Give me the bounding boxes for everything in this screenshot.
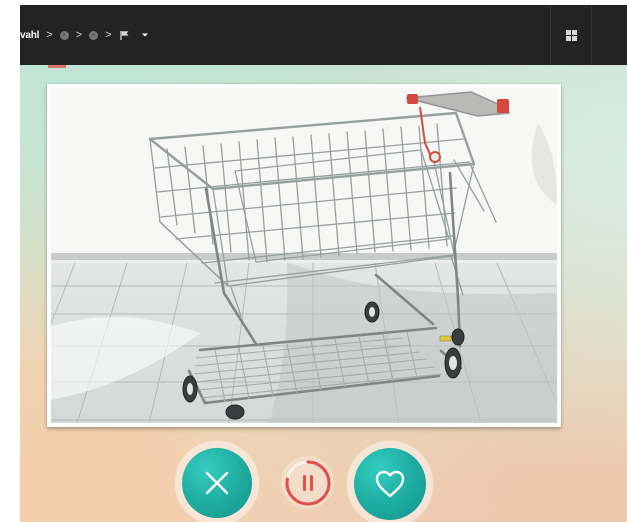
grid-icon: [565, 29, 577, 41]
close-icon: [205, 471, 229, 495]
shopping-cart-photo: [51, 88, 557, 423]
photo-card: [47, 84, 561, 427]
breadcrumb-separator: >: [46, 29, 53, 41]
breadcrumb: vahl > • > • >: [20, 5, 149, 65]
heart-icon: [375, 470, 405, 498]
breadcrumb-separator: >: [105, 29, 112, 41]
dislike-button[interactable]: [182, 448, 252, 518]
breadcrumb-separator: >: [75, 29, 83, 41]
pause-icon: [285, 460, 330, 505]
status-circle-icon[interactable]: •: [89, 30, 99, 40]
flag-icon[interactable]: [119, 30, 131, 41]
active-tab-indicator: [48, 65, 66, 68]
status-circle-icon[interactable]: •: [59, 30, 69, 40]
pause-timer-button[interactable]: [281, 456, 334, 509]
shopping-cart-photo-drawing: [51, 88, 557, 423]
chevron-down-icon[interactable]: [141, 31, 149, 39]
breadcrumb-current-label[interactable]: vahl: [20, 30, 39, 41]
like-button[interactable]: [354, 448, 426, 520]
screen: vahl > • > • >: [0, 0, 627, 522]
top-navigation-bar: vahl > • > • >: [20, 5, 627, 65]
image-review-app: vahl > • > • >: [20, 5, 627, 522]
grid-view-button[interactable]: [550, 5, 592, 65]
